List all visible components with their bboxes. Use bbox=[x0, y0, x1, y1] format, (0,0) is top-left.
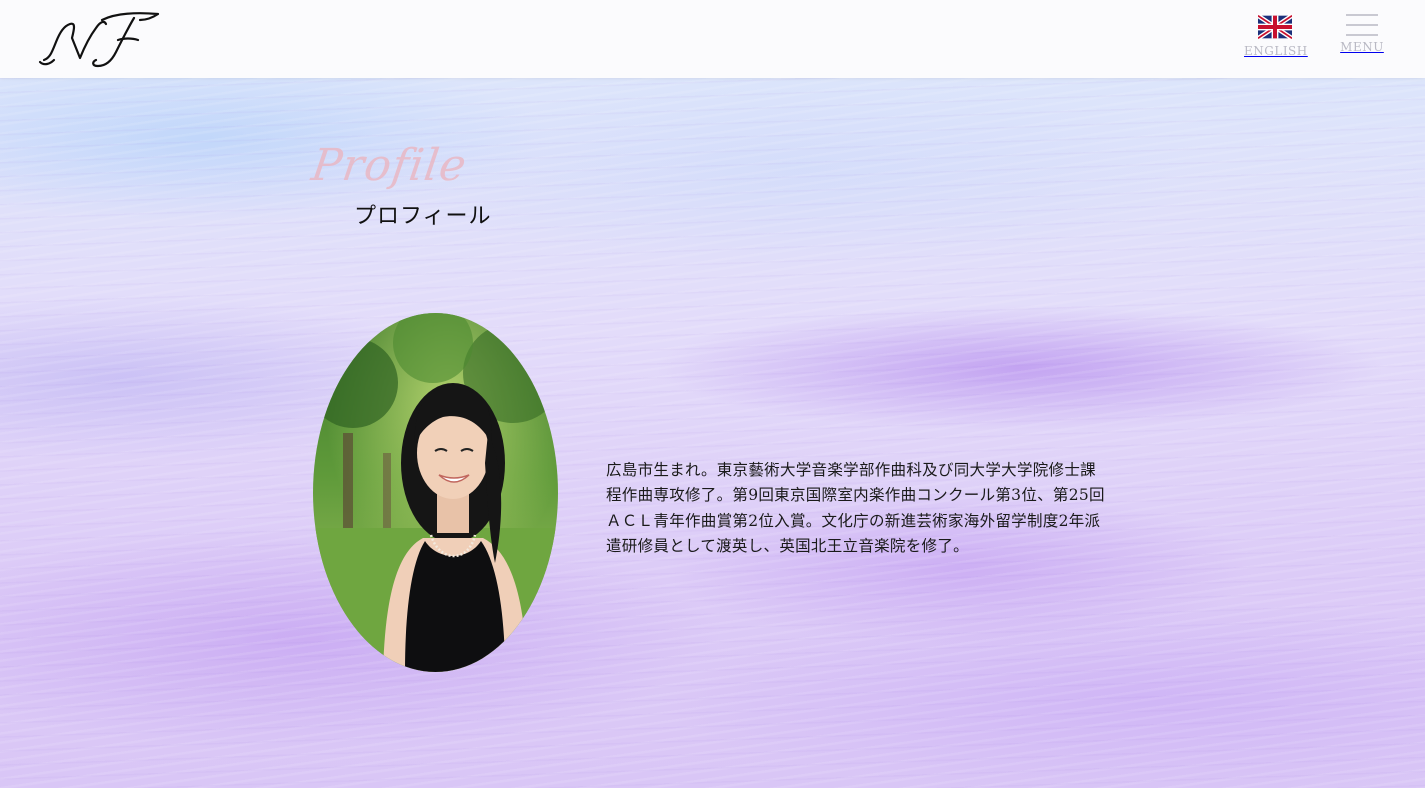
profile-bio: 広島市生まれ。東京藝術大学音楽学部作曲科及び同大学大学院修士課程作曲専攻修了。第… bbox=[606, 460, 1105, 556]
painted-background bbox=[0, 78, 1425, 788]
site-header: ENGLISH MENU bbox=[0, 0, 1425, 78]
section-title-script: Profile bbox=[308, 140, 471, 191]
section-title: プロフィール bbox=[354, 204, 492, 229]
hamburger-icon bbox=[1346, 14, 1378, 36]
language-switch[interactable]: ENGLISH bbox=[1244, 14, 1308, 58]
site-logo[interactable] bbox=[36, 8, 164, 70]
profile-photo bbox=[313, 313, 558, 672]
menu-button[interactable]: MENU bbox=[1336, 14, 1388, 54]
brush-streaks bbox=[0, 78, 1425, 788]
page: ENGLISH MENU Profile プロフィール 広島市生まれ。東京藝術大… bbox=[0, 0, 1425, 788]
menu-label: MENU bbox=[1340, 40, 1384, 54]
nf-logo-icon bbox=[38, 12, 160, 68]
uk-flag-icon bbox=[1258, 14, 1292, 40]
language-label: ENGLISH bbox=[1244, 44, 1308, 58]
